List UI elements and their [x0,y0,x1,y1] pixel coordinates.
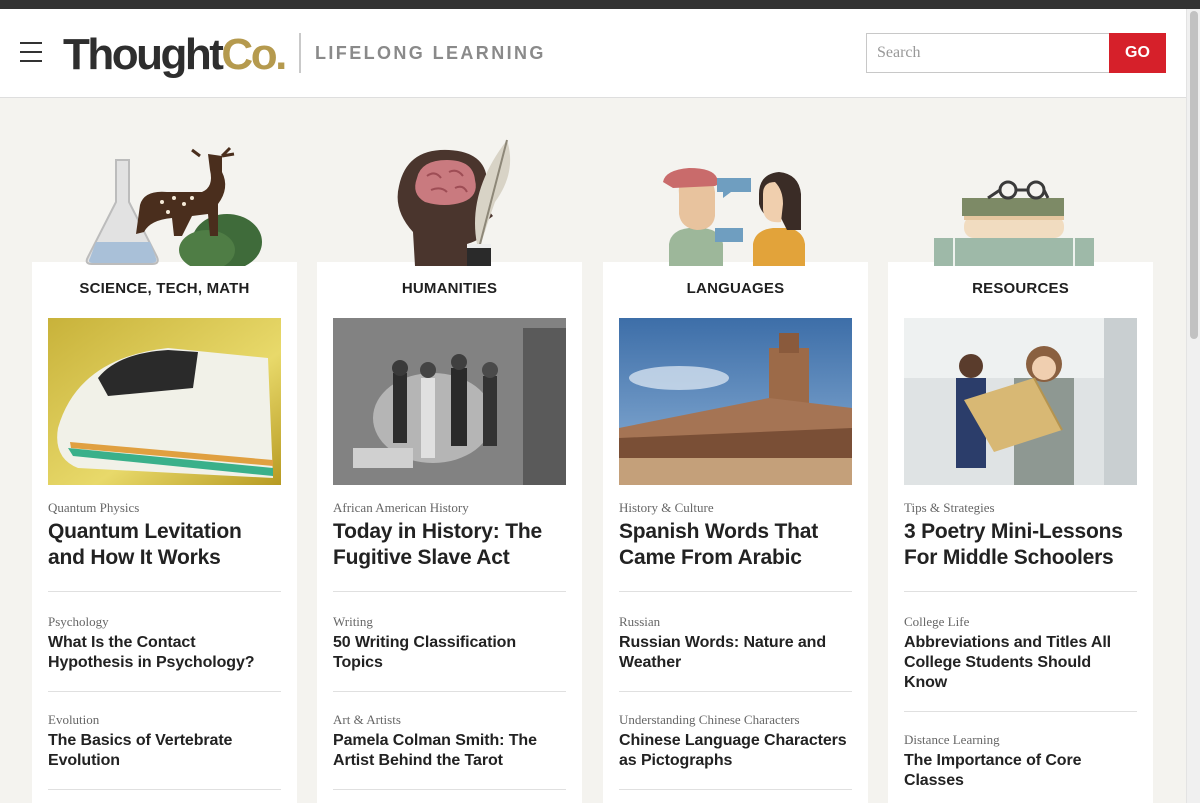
browser-top-bar [0,0,1200,9]
books-glasses-illustration [934,180,1094,266]
logo-accent-text: Co. [221,30,287,79]
article-title[interactable]: What Is the Contact Hypothesis in Psycho… [48,633,281,673]
article-category[interactable]: Evolution [48,712,281,727]
article-category[interactable]: Russian [619,614,852,629]
plaza-de-espana-image[interactable] [619,318,852,485]
column-languages: LANGUAGES History & Culture Spanish Words… [603,168,868,803]
article-list: African American History Today in History… [333,500,566,803]
article-category[interactable]: Quantum Physics [48,500,281,515]
article-list: History & Culture Spanish Words That Came… [619,500,852,803]
column-science-tech-math: SCIENCE, TECH, MATH Quantum Physics Quant… [32,146,297,803]
scrollbar-thumb[interactable] [1190,11,1198,339]
search-input[interactable] [866,33,1110,73]
article-category[interactable]: African American History [333,500,566,515]
list-item[interactable]: College Life Abbreviations and Titles All… [904,614,1137,712]
article-category[interactable]: History & Culture [619,500,852,515]
head-brain-quill-illustration [397,139,511,266]
article-title[interactable]: Chinese Language Characters as Pictograp… [619,731,852,771]
featured-article[interactable]: Quantum Physics Quantum Levitation and Ho… [48,500,281,592]
article-category[interactable]: Tips & Strategies [904,500,1137,515]
site-tagline: LIFELONG LEARNING [315,43,546,63]
article-title[interactable]: 50 Writing Classification Topics [333,633,566,673]
fugitive-slave-engraving-image[interactable] [333,318,566,485]
search-go-button[interactable]: GO [1109,33,1166,73]
article-list: Tips & Strategies 3 Poetry Mini-Lessons F… [904,500,1137,803]
column-heading[interactable]: SCIENCE, TECH, MATH [32,280,297,297]
article-category[interactable]: College Life [904,614,1137,629]
column-heading[interactable]: HUMANITIES [317,280,582,297]
column-heading[interactable]: LANGUAGES [603,280,868,297]
featured-article[interactable]: Tips & Strategies 3 Poetry Mini-Lessons F… [904,500,1137,592]
list-item[interactable]: Psychology What Is the Contact Hypothesis… [48,614,281,692]
article-title[interactable]: The Importance of Core Classes [904,751,1137,791]
article-category[interactable]: Writing [333,614,566,629]
article-title[interactable]: Quantum Levitation and How It Works [48,519,281,571]
article-category[interactable]: Psychology [48,614,281,629]
list-item[interactable]: Distance Learning The Importance of Core … [904,732,1137,803]
article-title[interactable]: 3 Poetry Mini-Lessons For Middle Schoole… [904,519,1137,571]
article-title[interactable]: Pamela Colman Smith: The Artist Behind t… [333,731,566,771]
column-resources: RESOURCES Tips & Strategies 3 Poetry Mini… [888,180,1153,803]
article-category[interactable]: Art & Artists [333,712,566,727]
flask-deer-illustration [85,146,262,266]
list-item[interactable]: Art & Artists Pamela Colman Smith: The Ar… [333,712,566,790]
article-category[interactable]: Understanding Chinese Characters [619,712,852,727]
page-scrollbar[interactable] [1186,9,1200,803]
article-list: Quantum Physics Quantum Levitation and Ho… [48,500,281,803]
maglev-train-image[interactable] [48,318,281,485]
column-heading[interactable]: RESOURCES [888,280,1153,297]
logo-main-text: Thought [63,30,224,79]
article-title[interactable]: The Basics of Vertebrate Evolution [48,731,281,771]
featured-article[interactable]: History & Culture Spanish Words That Came… [619,500,852,592]
article-title[interactable]: Russian Words: Nature and Weather [619,633,852,673]
featured-article[interactable]: African American History Today in History… [333,500,566,592]
hamburger-menu-icon[interactable] [20,39,44,65]
article-title[interactable]: Today in History: The Fugitive Slave Act [333,519,566,571]
article-title[interactable]: Spanish Words That Came From Arabic [619,519,852,571]
list-item[interactable]: Understanding Chinese Characters Chinese … [619,712,852,790]
list-item[interactable]: Russian Russian Words: Nature and Weather [619,614,852,692]
site-header: ThoughtCo. LIFELONG LEARNING GO [0,9,1186,98]
article-category[interactable]: Distance Learning [904,732,1137,747]
student-reading-image[interactable] [904,318,1137,485]
list-item[interactable]: Evolution The Basics of Vertebrate Evolut… [48,712,281,790]
list-item[interactable]: Writing 50 Writing Classification Topics [333,614,566,692]
article-title[interactable]: Abbreviations and Titles All College Stu… [904,633,1137,693]
two-people-talking-illustration [663,168,805,266]
column-humanities: HUMANITIES African American History Today… [317,139,582,803]
site-logo[interactable]: ThoughtCo. [63,29,287,81]
tagline-divider [299,33,301,73]
